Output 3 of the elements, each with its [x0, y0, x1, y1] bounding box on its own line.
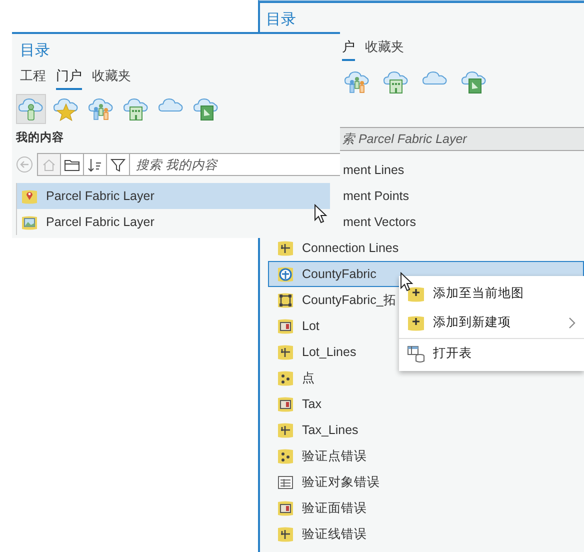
panel-title: 目录: [19, 41, 50, 60]
panel-title: 目录: [265, 10, 296, 29]
section-heading: 我的内容: [16, 130, 64, 145]
